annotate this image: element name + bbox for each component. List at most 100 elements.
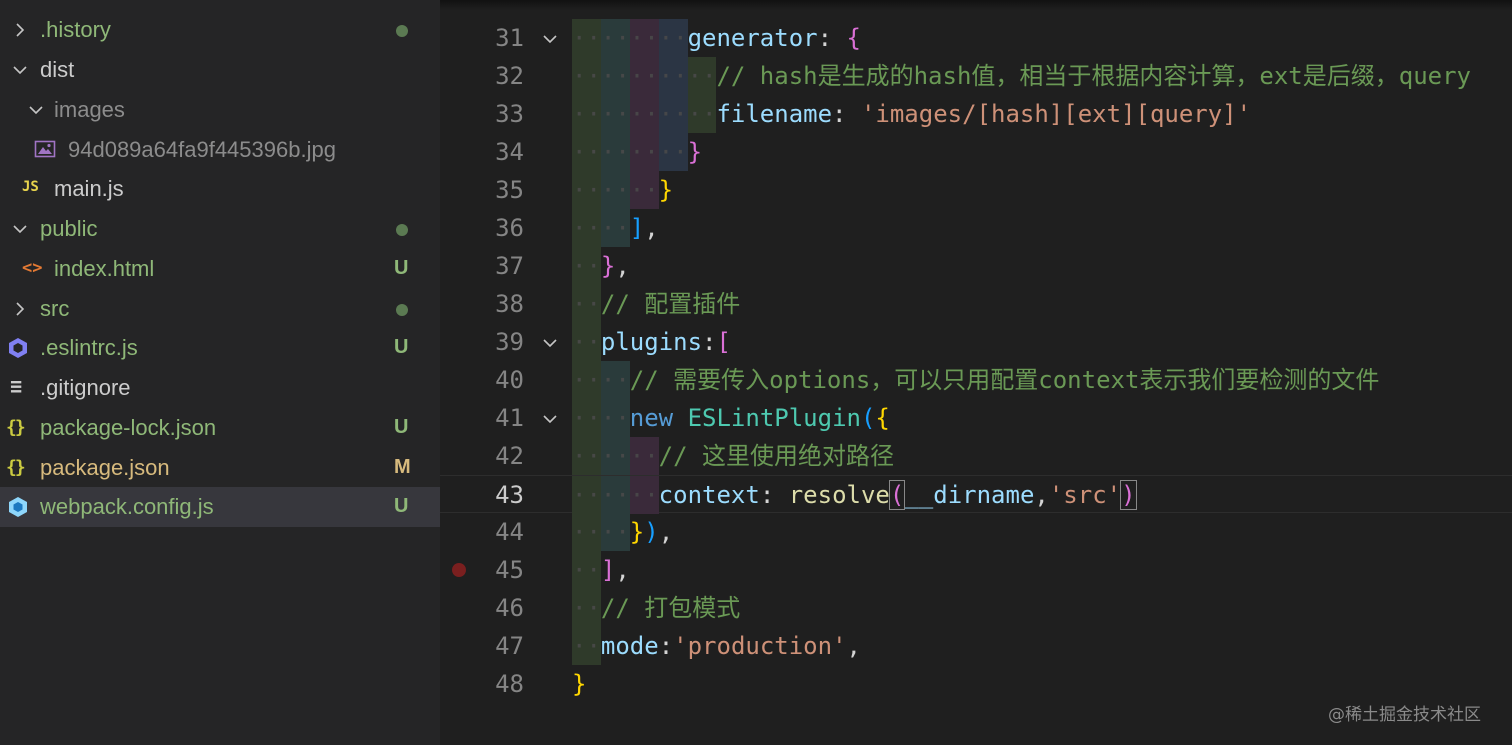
code-line[interactable]: 39 ·· plugins:[ [440,323,1512,361]
code-text[interactable]: ··], [572,551,630,589]
code-text[interactable]: ·· ·· ·· ·· generator: { [572,19,861,57]
explorer-item-gitignore[interactable]: ≡ .gitignore [0,368,440,408]
code-line[interactable]: 41 ·· ·· new ESLintPlugin({ [440,399,1512,437]
code-line[interactable]: 47 ·· mode:'production', [440,627,1512,665]
explorer-item-eslintrc-js[interactable]: .eslintrc.js U [0,328,440,368]
chevron-right-icon[interactable] [12,301,28,317]
indent-guide: ·· [600,361,630,399]
indent-guide: ·· [572,247,601,285]
code-text[interactable]: ··// 配置插件 [572,285,740,323]
git-status-badge: U [394,257,409,279]
explorer-item-label: src [40,296,70,321]
explorer-item-src[interactable]: src [0,289,440,329]
code-text[interactable]: ·· ·· new ESLintPlugin({ [572,399,890,437]
code-line[interactable]: 34 ·· ·· ·· ··} [440,133,1512,171]
explorer-item-main-js[interactable]: JS main.js [0,169,440,209]
code-text[interactable]: ·· ·· ·· ·· ·· filename: 'images/[hash][ext][… [572,95,1251,133]
code-line[interactable]: 48} [440,665,1512,703]
chevron-right-icon[interactable] [12,22,28,38]
code-token: , [846,632,861,660]
indent-guide: ·· [572,57,601,95]
explorer-item-label: main.js [54,176,124,201]
code-text[interactable]: ·· ··], [572,209,659,247]
code-line[interactable]: 32 ·· ·· ·· ·· ··// hash是生成的hash值，相当于根据内容计算，e… [440,57,1512,95]
explorer-item-label: .history [40,17,111,42]
code-token: // 打包模式 [600,594,741,622]
git-status-badge: U [394,416,409,438]
chevron-down-icon[interactable] [12,62,28,78]
code-token: ) [644,518,659,546]
json-file-icon: {} [6,417,26,438]
code-text[interactable]: ·· ·· ·· context: resolve(__dirname,'src') [572,476,1137,514]
code-token: // 需要传入options，可以只用配置context表示我们要检测的文件 [629,366,1380,394]
watermark: @稀土掘金技术社区 [1328,705,1481,725]
fold-chevron-icon[interactable] [542,31,558,47]
indent-guide: ·· [629,437,659,475]
code-token: resolve [788,481,890,509]
indent-guide: ·· [600,171,630,209]
line-number: 42 [495,442,524,470]
indent-guide: ·· [572,513,601,551]
chevron-down-icon[interactable] [12,221,28,237]
code-token: 'production' [673,632,847,660]
fold-chevron-icon[interactable] [542,335,558,351]
explorer-item-history[interactable]: .history [0,10,440,50]
code-text[interactable]: ··// 打包模式 [572,589,740,627]
chevron-down-icon[interactable] [28,102,44,118]
code-token: ] [629,214,645,242]
image-file-icon [34,139,56,163]
indent-guide: ·· [600,133,630,171]
git-modified-dot [396,224,408,236]
code-line[interactable]: 40 ·· ··// 需要传入options，可以只用配置context表示我们要检… [440,361,1512,399]
git-modified-dot [396,25,408,37]
explorer-item-public[interactable]: public [0,209,440,249]
indent-guide: ·· [572,476,601,514]
explorer-item-package-lock-json[interactable]: {} package-lock.json U [0,408,440,448]
code-line[interactable]: 42 ·· ·· ··// 这里使用绝对路径 [440,437,1512,475]
code-token: [ [716,328,731,356]
code-line[interactable]: 36 ·· ··], [440,209,1512,247]
code-line[interactable]: 43 ·· ·· ·· context: resolve(__dirname,'src'… [440,475,1512,514]
code-line[interactable]: 44 ·· ··}), [440,513,1512,551]
explorer-item-94d089a64fa9f445396b-jpg[interactable]: 94d089a64fa9f445396b.jpg [0,130,440,170]
code-text[interactable]: ·· ··}), [572,513,673,551]
code-token: : [817,24,847,52]
code-line[interactable]: 45 ··], [440,551,1512,589]
code-text[interactable]: ·· ·· ·· ·· ··// hash是生成的hash值，相当于根据内容计算，ext… [572,57,1471,95]
code-text[interactable]: ·· ·· ·· ··} [572,133,702,171]
code-line[interactable]: 38 ··// 配置插件 [440,285,1512,323]
explorer-item-images[interactable]: images [0,90,440,130]
explorer-item-package-json[interactable]: {} package.json M [0,448,440,488]
code-text[interactable]: ·· ··// 需要传入options，可以只用配置context表示我们要检测的… [572,361,1379,399]
code-token: , [615,556,630,584]
line-number: 45 [495,556,524,584]
code-token: , [615,252,630,280]
code-text[interactable]: ·· ·· ··} [572,171,673,209]
code-text[interactable]: ·· ·· ··// 这里使用绝对路径 [572,437,894,475]
code-line[interactable]: 35 ·· ·· ··} [440,171,1512,209]
line-number: 41 [495,404,524,432]
git-status-badge: M [394,456,411,478]
code-line[interactable]: 46 ··// 打包模式 [440,589,1512,627]
line-number: 36 [495,214,524,242]
code-token: ESLintPlugin [687,404,861,432]
explorer-item-webpack-config-js[interactable]: webpack.config.js U [0,487,440,527]
code-line[interactable]: 33 ·· ·· ·· ·· ·· filename: 'images/[hash][ext… [440,95,1512,133]
code-text[interactable]: ··}, [572,247,630,285]
fold-chevron-icon[interactable] [542,411,558,427]
git-status-badge: U [394,336,409,358]
code-line[interactable]: 31 ·· ·· ·· ·· generator: { [440,19,1512,57]
explorer-item-dist[interactable]: dist [0,50,440,90]
indent-guide: ·· [600,437,630,475]
code-token: plugins [600,328,703,356]
code-text[interactable]: } [572,665,586,703]
code-token: ) [1120,480,1137,510]
code-editor[interactable]: 31 ·· ·· ·· ·· generator: {32 ·· ·· ·· ·· ··// has… [440,0,1512,745]
code-text[interactable]: ·· plugins:[ [572,323,731,361]
code-token: generator [687,24,818,52]
indent-guide: ·· [629,95,659,133]
explorer-item-index-html[interactable]: <> index.html U [0,249,440,289]
line-number: 39 [495,328,524,356]
code-line[interactable]: 37 ··}, [440,247,1512,285]
code-text[interactable]: ·· mode:'production', [572,627,861,665]
